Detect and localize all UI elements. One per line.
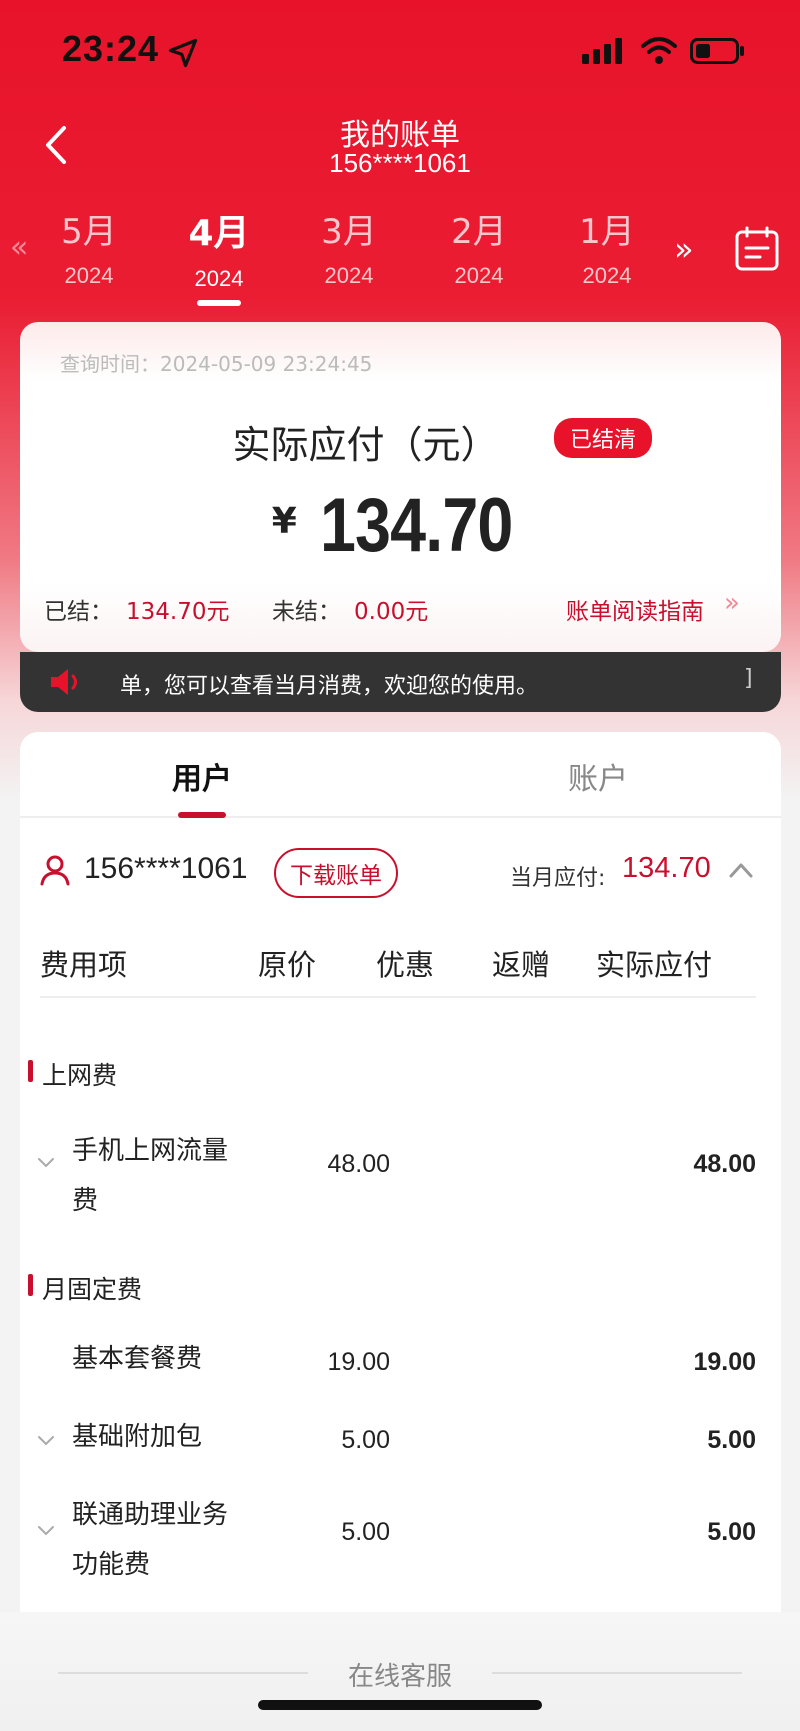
user-summary-row: 156****1061 下载账单 当月应付: 134.70 [20, 842, 781, 902]
fee-item-name: 联通助理业务功能费 [72, 1500, 229, 1580]
user-phone-number: 156****1061 [84, 852, 248, 885]
section-marker [28, 1274, 33, 1296]
month-label: 4月 [188, 213, 250, 254]
month-selector: « 5月 2024 4月 2024 3月 2024 2月 2024 1月 202… [0, 200, 800, 306]
section-title: 月固定费 [42, 1275, 143, 1304]
original-price: 5.00 [341, 1518, 390, 1546]
double-chevron-right-icon[interactable]: » [674, 230, 694, 268]
column-header-original: 原价 [258, 948, 317, 982]
month-label: 2月 [451, 212, 507, 252]
battery-icon [690, 38, 744, 64]
month-tab-january[interactable]: 1月 2024 [552, 204, 662, 289]
table-row[interactable]: 基础附加包 5.00 5.00 [20, 1412, 781, 1472]
monthly-due-label: 当月应付: [510, 866, 606, 891]
location-arrow-icon [168, 38, 198, 68]
status-badge: 已结清 [554, 418, 653, 458]
download-bill-button[interactable]: 下载账单 [274, 848, 398, 898]
unsettled-value: 0.00元 [354, 599, 429, 625]
year-label: 2024 [324, 263, 374, 288]
unsettled-label: 未结： [272, 599, 341, 625]
year-label: 2024 [582, 263, 632, 288]
fee-item-name: 基础附加包 [72, 1422, 203, 1452]
table-row[interactable]: 手机上网流量费 48.00 48.00 [20, 1126, 781, 1236]
status-time: 23:24 [62, 28, 160, 69]
month-label: 1月 [579, 212, 635, 252]
double-chevron-right-icon[interactable]: » [724, 588, 740, 618]
original-price: 5.00 [341, 1426, 390, 1454]
amount-value: 134.70 [319, 483, 513, 568]
original-price: 48.00 [327, 1150, 390, 1178]
monthly-due-value: 134.70 [622, 852, 711, 884]
chevron-down-icon[interactable] [36, 1156, 56, 1170]
column-header-item: 费用项 [40, 948, 128, 982]
speaker-icon [51, 669, 77, 695]
bill-detail-panel: 用户 账户 156****1061 下载账单 当月应付: 134.70 费用项 … [20, 732, 781, 1612]
footer: 在线客服 [0, 1612, 800, 1731]
settled-value: 134.70元 [126, 599, 230, 625]
actual-payable: 5.00 [707, 1426, 756, 1454]
chevron-down-icon[interactable] [36, 1524, 56, 1538]
month-tab-may[interactable]: 5月 2024 [34, 204, 144, 289]
fee-item-name: 手机上网流量费 [72, 1136, 229, 1216]
settlement-row: 已结： 134.70元 未结： 0.00元 账单阅读指南 » [20, 584, 781, 632]
cellular-signal-icon [582, 38, 622, 64]
table-row: 基本套餐费 19.00 19.00 [20, 1334, 781, 1394]
column-header-actual: 实际应付 [596, 948, 713, 982]
actual-payable: 19.00 [693, 1348, 756, 1376]
original-price: 19.00 [327, 1348, 390, 1376]
status-bar: 23:24 [0, 0, 800, 100]
calendar-icon[interactable] [734, 226, 780, 272]
column-header-discount: 优惠 [376, 948, 435, 982]
actual-payable-label: 实际应付（元） [232, 423, 499, 467]
actual-payable: 5.00 [707, 1518, 756, 1546]
notice-text: 单，您可以查看当月消费，欢迎您的使用。 [120, 674, 539, 699]
active-month-indicator [197, 300, 241, 306]
currency-symbol: ¥ [271, 501, 297, 542]
chevron-up-icon[interactable] [728, 860, 754, 880]
month-label: 3月 [321, 212, 377, 252]
bill-guide-link[interactable]: 账单阅读指南 [566, 592, 704, 626]
query-time: 查询时间：2024-05-09 23:24:45 [60, 352, 373, 376]
active-tab-indicator [178, 812, 226, 818]
phone-number-subtitle: 156****1061 [329, 148, 471, 178]
notice-bar: 单，您可以查看当月消费，欢迎您的使用。 ] [20, 652, 781, 712]
tab-user[interactable]: 用户 [102, 754, 302, 798]
bill-summary-card: 查询时间：2024-05-09 23:24:45 实际应付（元） 已结清 ¥13… [20, 322, 781, 652]
user-icon [40, 855, 70, 886]
month-tab-march[interactable]: 3月 2024 [294, 204, 404, 289]
total-amount: ¥134.70 [20, 482, 781, 569]
column-header-rebate: 返赠 [492, 948, 551, 982]
table-header: 费用项 原价 优惠 返赠 实际应付 [40, 928, 756, 998]
chevron-down-icon[interactable] [36, 1434, 56, 1448]
month-tab-february[interactable]: 2月 2024 [424, 204, 534, 289]
section-marker [28, 1060, 33, 1082]
online-service-link[interactable]: 在线客服 [0, 1656, 800, 1693]
double-chevron-left-icon[interactable]: « [10, 230, 28, 265]
divider [492, 1672, 742, 1674]
actual-payable: 48.00 [693, 1150, 756, 1178]
month-tab-april[interactable]: 4月 2024 [164, 204, 274, 306]
table-row[interactable]: 联通助理业务功能费 5.00 5.00 [20, 1490, 781, 1600]
tab-account[interactable]: 账户 [498, 754, 698, 798]
year-label: 2024 [454, 263, 504, 288]
fee-item-name: 基本套餐费 [72, 1344, 203, 1374]
section-title: 上网费 [42, 1061, 118, 1090]
year-label: 2024 [64, 263, 114, 288]
notice-end-mark: ] [744, 666, 753, 691]
settled-label: 已结： [44, 599, 113, 625]
tab-bar: 用户 账户 [20, 732, 781, 818]
month-label: 5月 [61, 212, 117, 252]
home-indicator[interactable] [258, 1700, 542, 1710]
year-label: 2024 [194, 266, 244, 291]
wifi-icon [641, 37, 677, 64]
